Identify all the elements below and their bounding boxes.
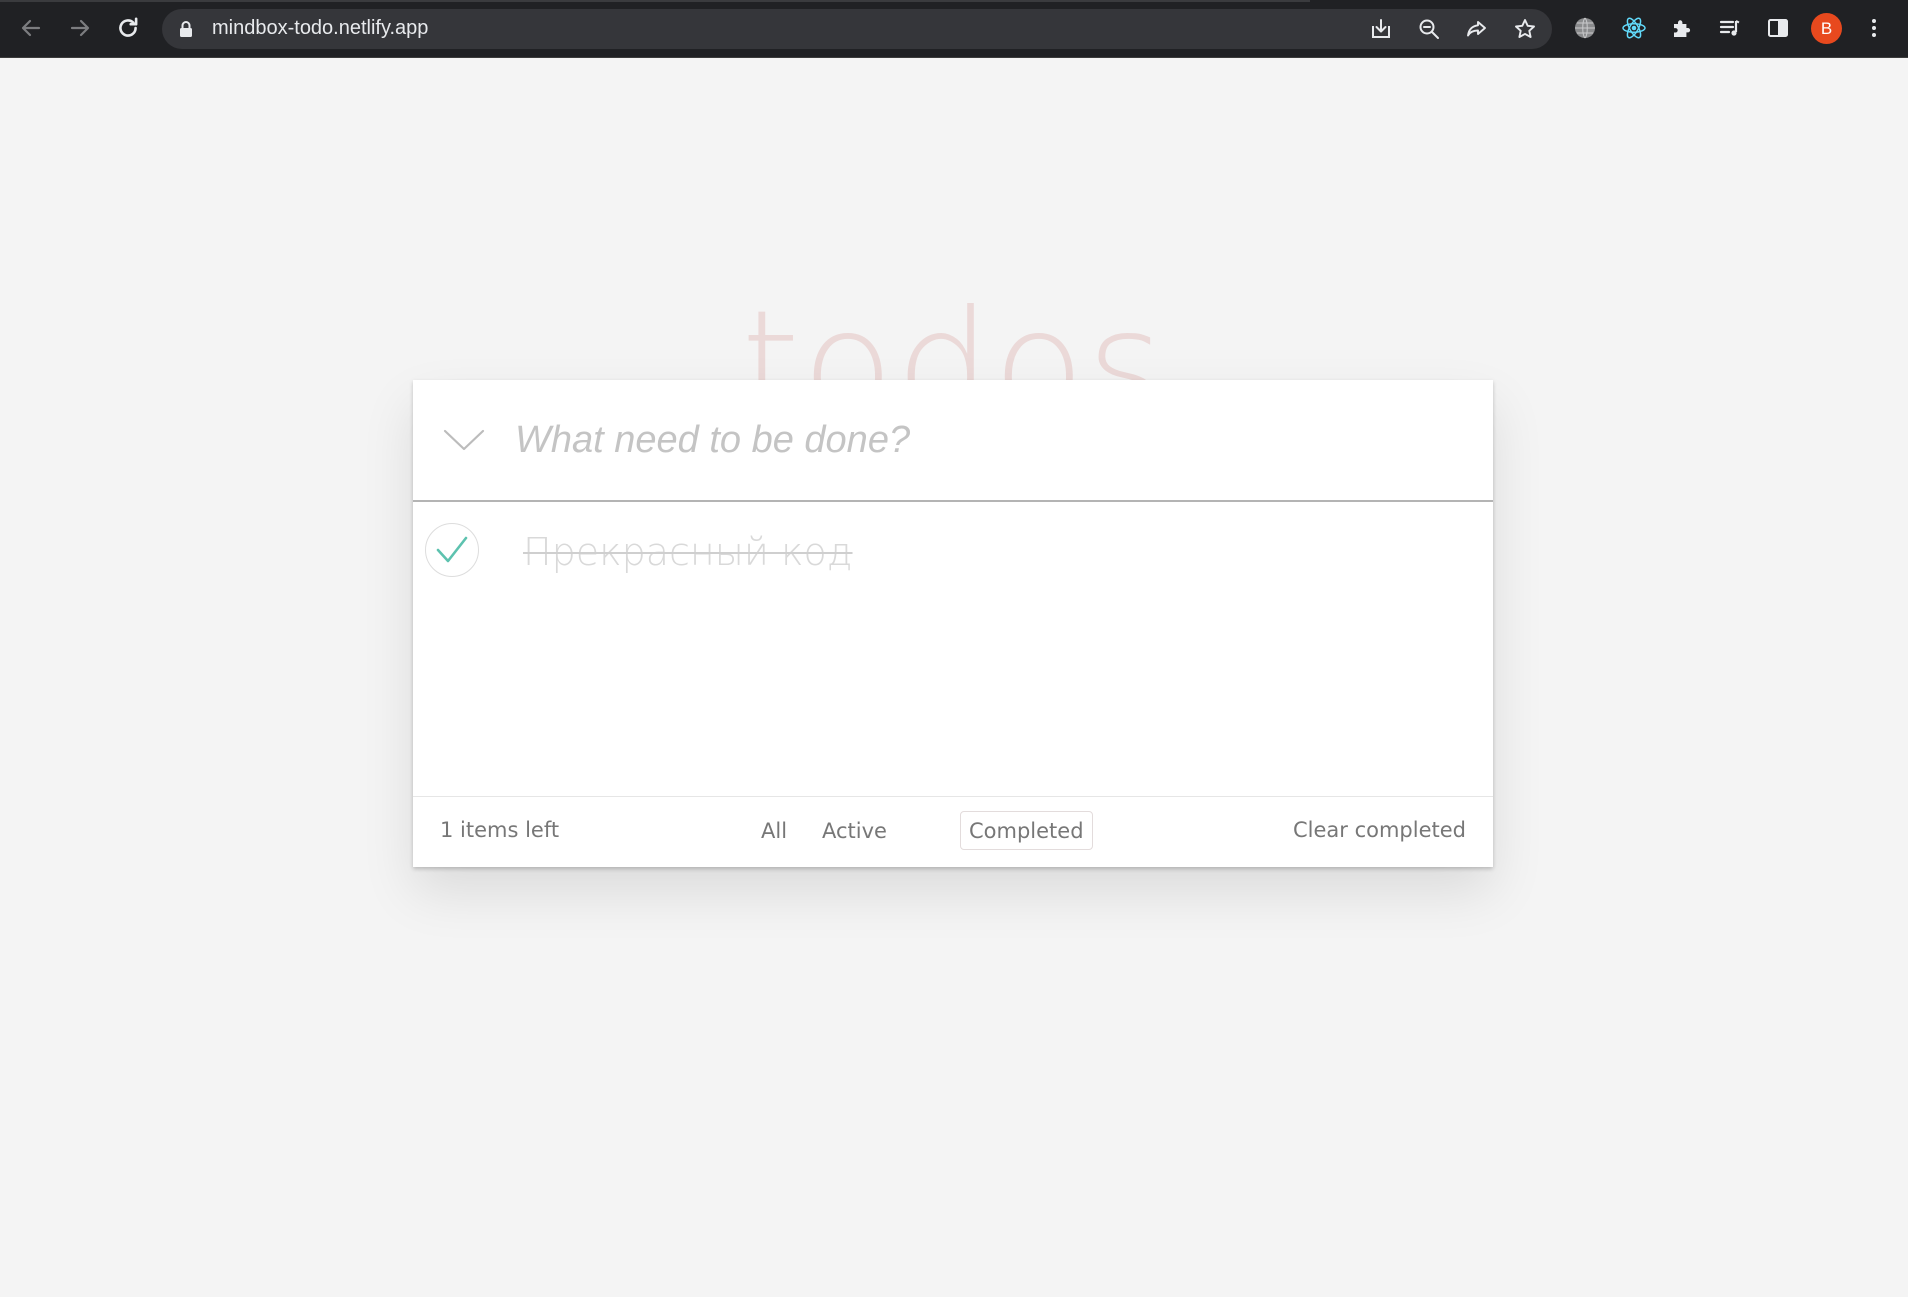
todo-item: Прекрасный код xyxy=(413,502,1493,602)
puzzle-icon[interactable] xyxy=(1669,15,1695,41)
todo-label[interactable]: Прекрасный код xyxy=(523,530,853,574)
filter-all[interactable]: All xyxy=(752,811,796,850)
profile-initial: B xyxy=(1820,18,1833,38)
checkmark-icon xyxy=(436,536,468,563)
share-icon[interactable] xyxy=(1464,16,1490,42)
filter-active[interactable]: Active xyxy=(813,811,896,850)
todo-complete-checkbox[interactable] xyxy=(425,523,479,577)
back-button[interactable] xyxy=(14,11,48,45)
side-panel-icon[interactable] xyxy=(1765,15,1791,41)
items-left-count: 1 items left xyxy=(440,818,560,842)
clear-completed-button[interactable]: Clear completed xyxy=(1293,818,1466,842)
browser-toolbar: mindbox-todo.netlify.app B xyxy=(0,0,1908,58)
todo-footer: 1 items left All Active Completed Clear … xyxy=(413,796,1493,868)
chevron-down-icon xyxy=(443,429,485,451)
install-app-icon[interactable] xyxy=(1368,16,1394,42)
filter-completed[interactable]: Completed xyxy=(960,811,1093,850)
lock-icon[interactable] xyxy=(178,20,194,43)
zoom-out-icon[interactable] xyxy=(1416,16,1442,42)
tab-strip-edge xyxy=(0,0,1310,2)
globe-icon[interactable] xyxy=(1572,15,1598,41)
star-icon[interactable] xyxy=(1512,16,1538,42)
profile-avatar[interactable]: B xyxy=(1811,13,1842,44)
arrow-right-icon xyxy=(68,16,92,40)
toggle-all-button[interactable] xyxy=(443,424,485,456)
arrow-left-icon xyxy=(19,16,43,40)
kebab-menu-icon[interactable] xyxy=(1861,15,1887,41)
react-icon[interactable] xyxy=(1621,15,1647,41)
new-todo-row xyxy=(413,380,1493,502)
reload-icon xyxy=(115,15,141,41)
todo-app-card: Прекрасный код 1 items left All Active C… xyxy=(413,380,1493,867)
reload-button[interactable] xyxy=(111,11,145,45)
forward-button[interactable] xyxy=(63,11,97,45)
url-text[interactable]: mindbox-todo.netlify.app xyxy=(212,17,428,40)
media-queue-icon[interactable] xyxy=(1717,15,1743,41)
new-todo-input[interactable] xyxy=(513,410,1455,470)
address-bar[interactable]: mindbox-todo.netlify.app xyxy=(162,9,1552,49)
